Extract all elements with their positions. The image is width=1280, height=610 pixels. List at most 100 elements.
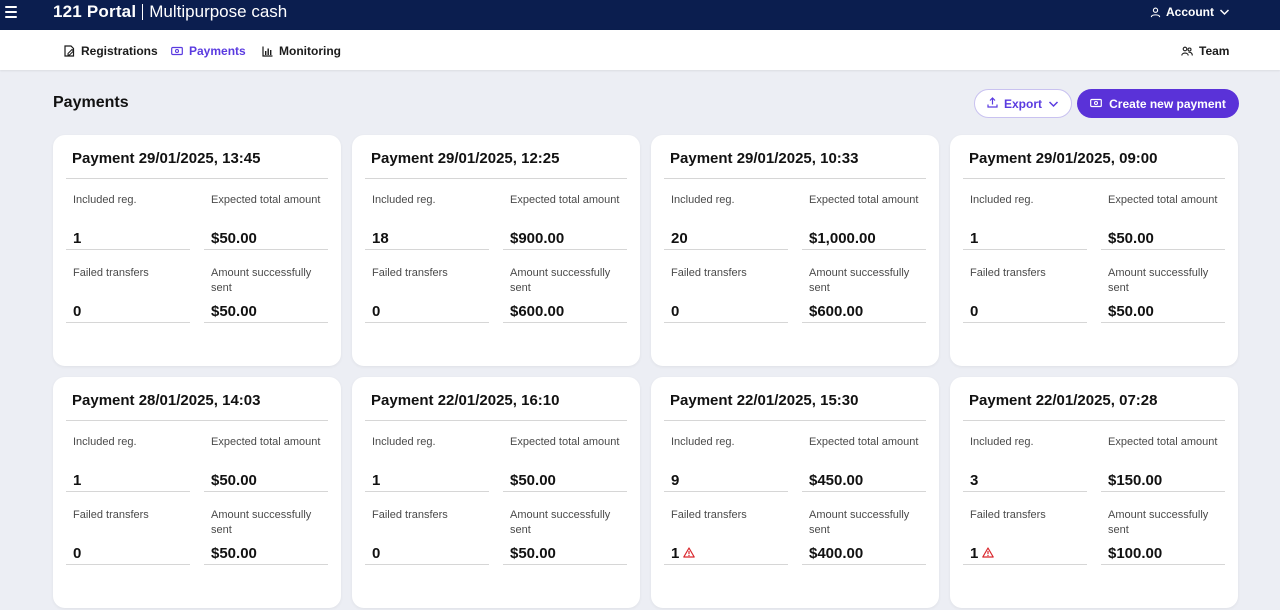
cell-divider [503,564,627,565]
included-registrations-label: Included reg. [372,436,436,448]
amount-successfully-sent-value-wrap: $600.00 [809,303,863,320]
amount-successfully-sent-value: $600.00 [510,303,565,320]
included-registrations-value-wrap: 9 [671,472,679,489]
expected-total-amount-value: $1,000.00 [809,230,876,247]
failed-transfers-label: Failed transfers [372,267,448,279]
cell-divider [503,491,627,492]
included-registrations-label: Included reg. [671,436,735,448]
expected-total-amount-label: Expected total amount [809,194,919,206]
cell-divider [365,249,489,250]
amount-successfully-sent-value: $50.00 [1108,303,1154,320]
expected-total-amount-cell: Expected total amount $50.00 [204,193,328,251]
failed-transfers-label: Failed transfers [970,267,1046,279]
expected-total-amount-value: $50.00 [510,472,556,489]
expected-total-amount-label: Expected total amount [510,194,620,206]
expected-total-amount-label: Expected total amount [211,194,321,206]
failed-transfers-label: Failed transfers [73,267,149,279]
expected-total-amount-label: Expected total amount [510,436,620,448]
create-new-payment-button[interactable]: Create new payment [1077,89,1239,118]
included-registrations-value-wrap: 1 [970,230,978,247]
team-icon [1181,46,1193,56]
amount-successfully-sent-label: Amount successfully sent [1108,509,1209,536]
cell-divider [365,564,489,565]
payment-card-title: Payment 22/01/2025, 07:28 [969,392,1158,409]
included-registrations-value: 1 [73,472,82,489]
top-header: 121 Portal Multipurpose cash Account [0,0,1280,30]
included-registrations-label: Included reg. [73,436,137,448]
amount-successfully-sent-cell: Amount successfully sent $100.00 [1101,508,1225,566]
expected-total-amount-value-wrap: $1,000.00 [809,230,876,247]
payment-card[interactable]: Payment 22/01/2025, 07:28 Included reg. 3 E… [950,377,1238,608]
failed-transfers-cell: Failed transfers 0 [66,508,190,566]
amount-successfully-sent-cell: Amount successfully sent $50.00 [1101,266,1225,324]
user-icon [1150,7,1161,18]
amount-successfully-sent-value-wrap: $100.00 [1108,545,1162,562]
payment-card[interactable]: Payment 22/01/2025, 16:10 Included reg. 1 E… [352,377,640,608]
failed-transfers-label: Failed transfers [73,509,149,521]
amount-successfully-sent-value: $50.00 [211,303,257,320]
card-title-divider [664,420,926,421]
payment-card[interactable]: Payment 28/01/2025, 14:03 Included reg. 1 E… [53,377,341,608]
payment-card[interactable]: Payment 29/01/2025, 10:33 Included reg. 20… [651,135,939,366]
export-button[interactable]: Export [974,89,1072,118]
expected-total-amount-value: $450.00 [809,472,864,489]
payment-card[interactable]: Payment 29/01/2025, 12:25 Included reg. 18… [352,135,640,366]
expected-total-amount-value-wrap: $150.00 [1108,472,1162,489]
failed-transfers-value-wrap: 0 [73,303,81,320]
expected-total-amount-label: Expected total amount [211,436,321,448]
included-registrations-cell: Included reg. 1 [66,435,190,493]
menu-icon[interactable] [5,6,17,18]
amount-successfully-sent-label: Amount successfully sent [1108,267,1209,294]
expected-total-amount-value: $50.00 [211,472,257,489]
included-registrations-value-wrap: 3 [970,472,978,489]
included-registrations-value: 1 [372,472,381,489]
upload-icon [987,96,998,111]
expected-total-amount-label: Expected total amount [1108,194,1218,206]
expected-total-amount-cell: Expected total amount $150.00 [1101,435,1225,493]
brand: 121 Portal Multipurpose cash [53,2,287,22]
nav-item-team[interactable]: Team [1181,44,1229,58]
failed-transfers-cell: Failed transfers 1 [963,508,1087,566]
app-name: 121 Portal [53,2,137,21]
cell-divider [802,249,926,250]
cell-divider [503,249,627,250]
cell-divider [204,249,328,250]
included-registrations-cell: Included reg. 1 [66,193,190,251]
payment-card[interactable]: Payment 22/01/2025, 15:30 Included reg. 9 E… [651,377,939,608]
cell-divider [963,491,1087,492]
payment-card[interactable]: Payment 29/01/2025, 13:45 Included reg. 1 E… [53,135,341,366]
cell-divider [204,564,328,565]
nav-item-monitoring[interactable]: Monitoring [262,44,341,58]
amount-successfully-sent-label: Amount successfully sent [510,509,611,536]
failed-transfers-value: 0 [73,303,82,320]
nav-item-payments[interactable]: Payments [171,44,246,58]
included-registrations-label: Included reg. [372,194,436,206]
payment-card[interactable]: Payment 29/01/2025, 09:00 Included reg. 1 E… [950,135,1238,366]
amount-successfully-sent-label: Amount successfully sent [809,267,910,294]
payments-icon [171,46,183,56]
account-menu-button[interactable]: Account [1150,5,1230,19]
nav-label-monitoring: Monitoring [279,44,341,58]
cell-divider [66,564,190,565]
nav-item-registrations[interactable]: Registrations [64,44,158,58]
warning-icon [683,545,696,562]
create-payment-label: Create new payment [1109,96,1226,111]
amount-successfully-sent-value-wrap: $400.00 [809,545,863,562]
expected-total-amount-value-wrap: $50.00 [510,472,556,489]
amount-successfully-sent-cell: Amount successfully sent $600.00 [802,266,926,324]
failed-transfers-value-wrap: 0 [671,303,679,320]
cell-divider [802,491,926,492]
expected-total-amount-cell: Expected total amount $1,000.00 [802,193,926,251]
cell-divider [802,564,926,565]
failed-transfers-value: 1 [671,545,680,562]
card-title-divider [664,178,926,179]
payment-card-title: Payment 22/01/2025, 16:10 [371,392,560,409]
failed-transfers-value: 0 [671,303,680,320]
failed-transfers-value: 0 [970,303,979,320]
monitoring-icon [262,46,273,57]
amount-successfully-sent-label: Amount successfully sent [211,509,312,536]
included-registrations-value: 9 [671,472,680,489]
export-label: Export [1003,96,1042,111]
amount-successfully-sent-label: Amount successfully sent [510,267,611,294]
failed-transfers-value: 0 [73,545,82,562]
